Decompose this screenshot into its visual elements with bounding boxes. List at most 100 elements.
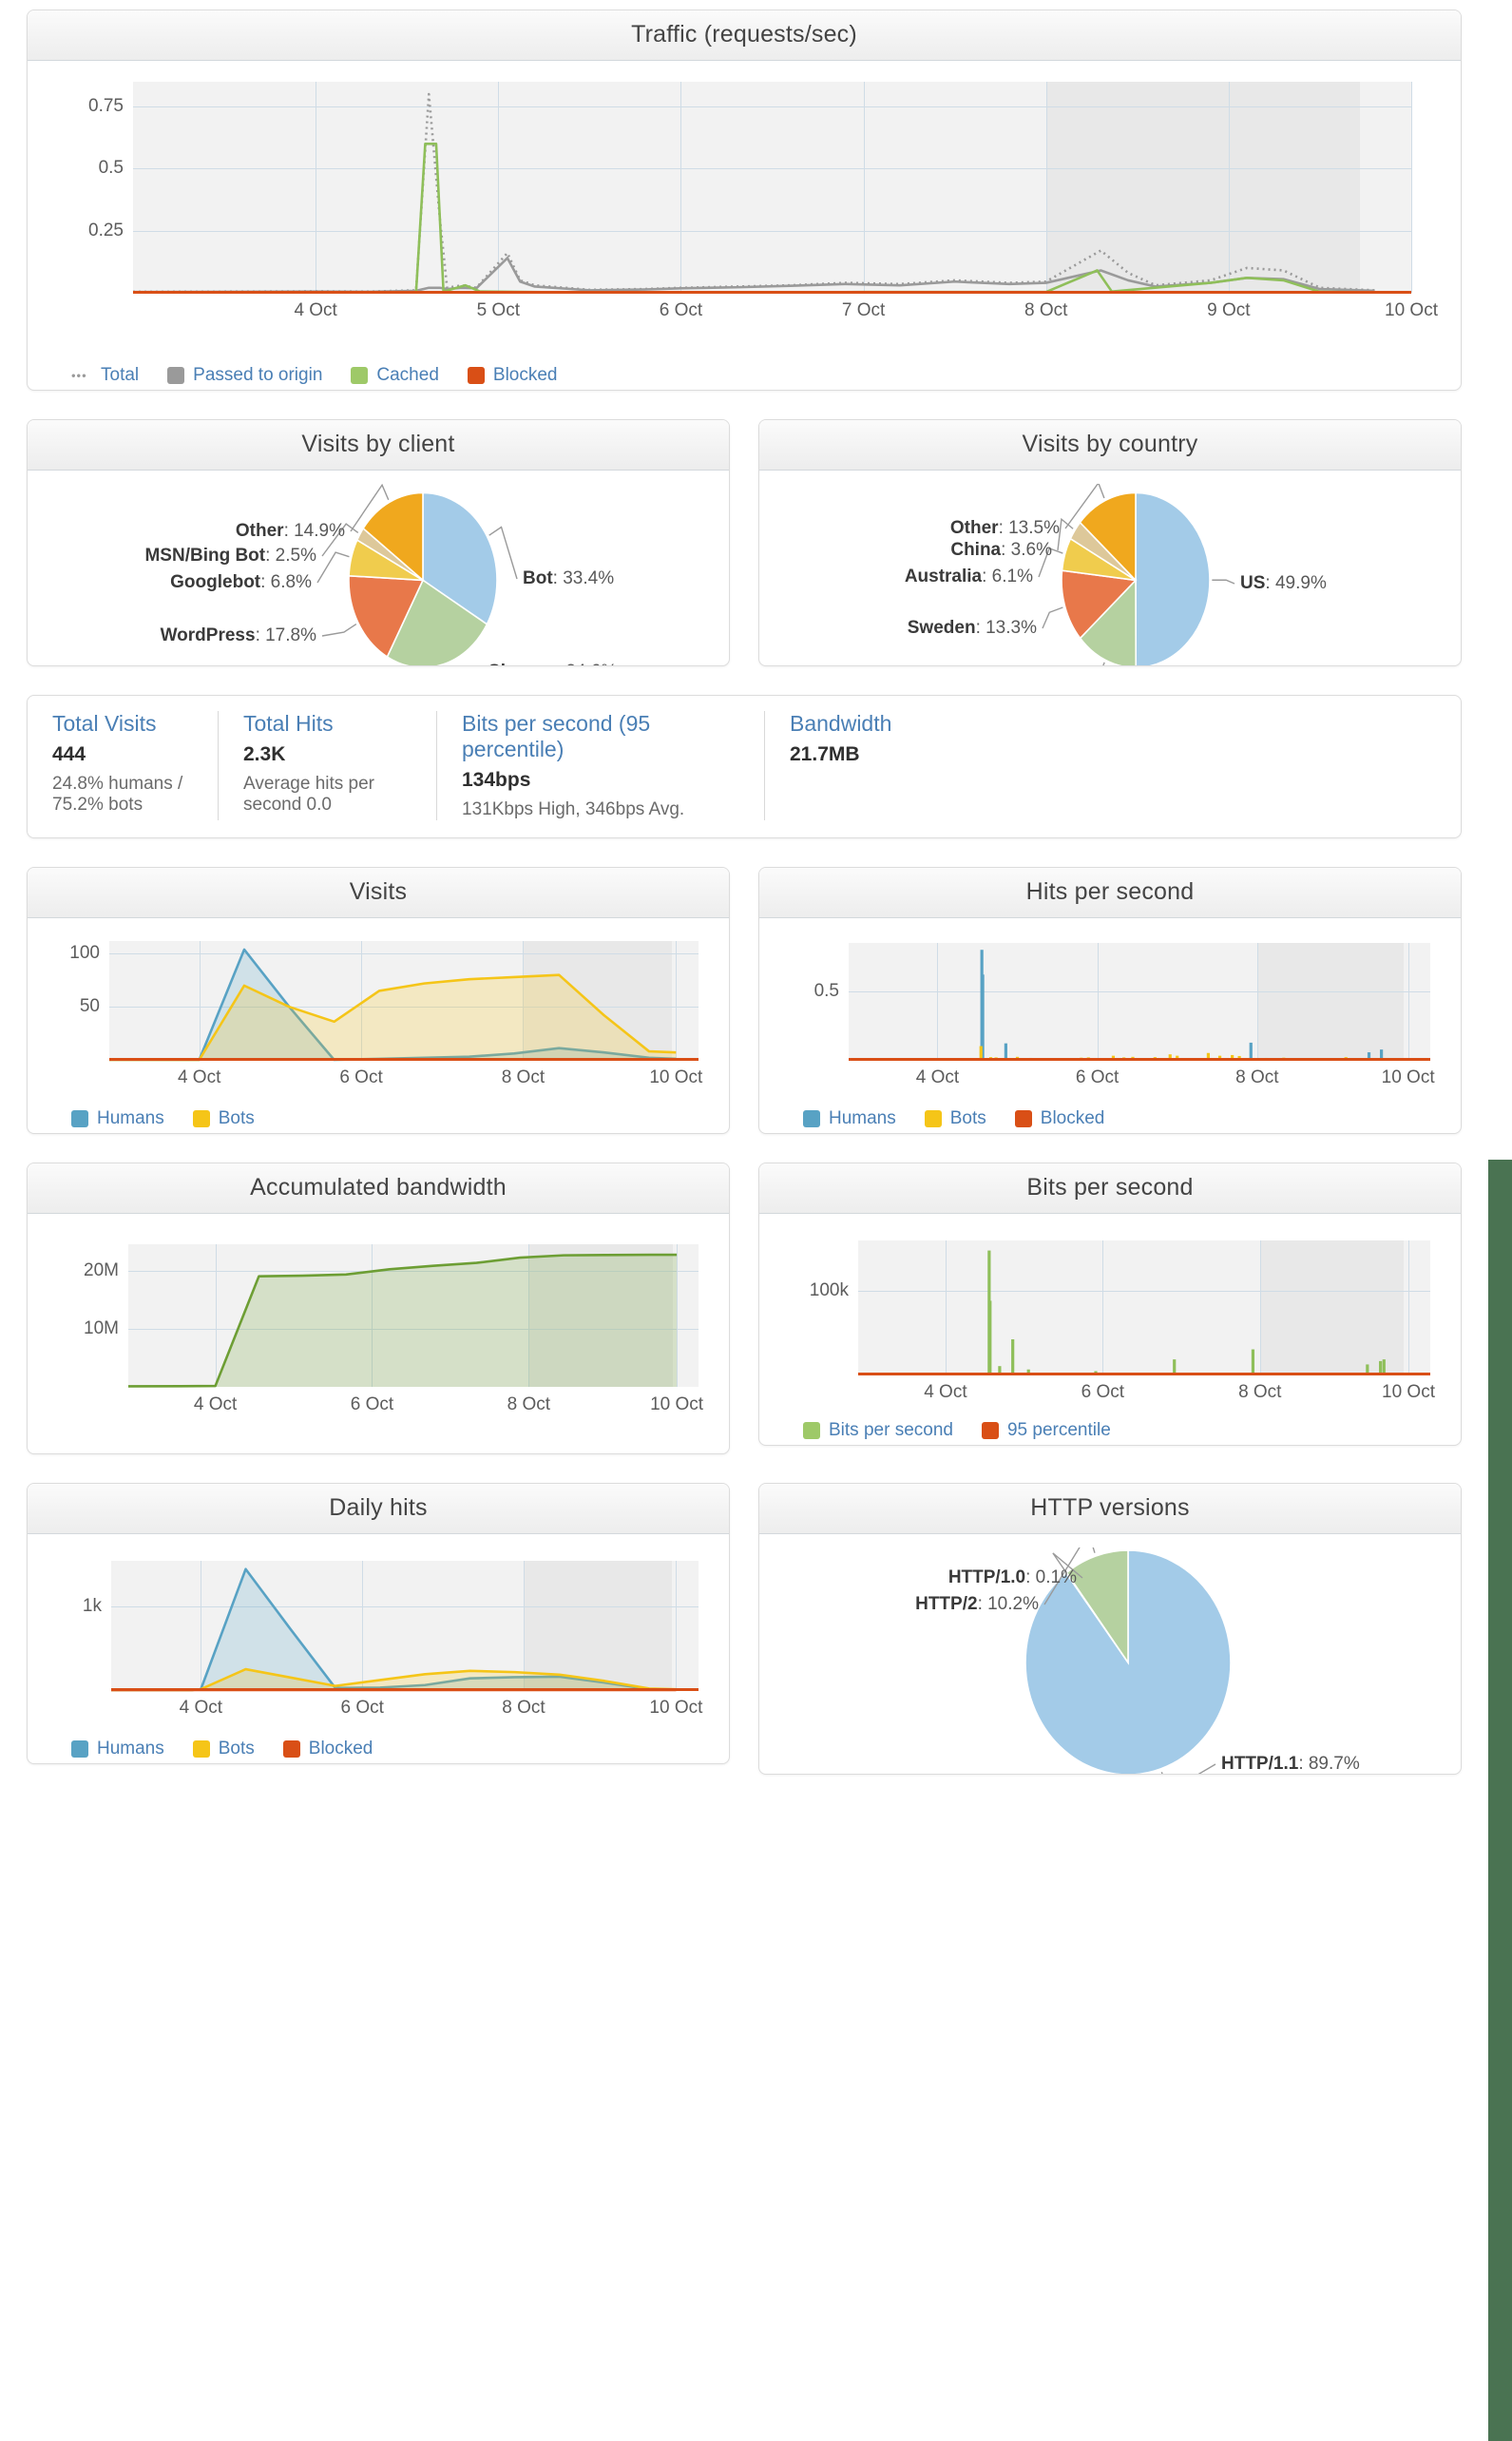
legend-label: Bots [949,1108,986,1128]
legend-label: Humans [97,1739,164,1759]
pie-leader-line [321,623,357,637]
summary-cell-title[interactable]: Bits per second (95 percentile) [462,711,743,762]
accumulated-bandwidth-chart: 10M 20M 4 Oct 6 Oct 8 Oct 10 Oct [43,1227,714,1427]
legend-item[interactable]: Humans [71,1739,164,1759]
summary-cell-subtext: 24.8% humans / 75.2% bots [52,774,183,815]
summary-cell: Total Hits 2.3K Average hits per second 0.… [218,711,436,820]
chart-series-layer [109,948,677,1062]
traffic-card-title: Traffic (requests/sec) [28,10,1461,61]
legend-item[interactable]: 95 percentile [981,1420,1111,1441]
http-versions-card: HTTP versions HTTP/1.1: 89.7% HTTP/1.0: 0… [758,1483,1462,1775]
baseline-blocked [849,1058,1430,1061]
legend-label: Total [101,365,140,385]
series-area [128,1255,678,1387]
legend-item[interactable]: Bots [192,1108,255,1129]
summary-cell: Bits per second (95 percentile) 134bps 131… [436,711,764,820]
legend-label: Bots [218,1739,255,1759]
baseline-blocked [111,1688,699,1691]
visits-by-country-pie: US: 49.9% Ukraine: 13.5% Sweden: 13.3% Aust… [775,484,1445,666]
pie-slice-label: US: 49.9% [1240,573,1327,593]
pie-slice-label: Other: 14.9% [235,521,345,541]
legend-swatch-icon [192,1110,210,1127]
legend-swatch-icon [924,1110,942,1127]
baseline-blocked [133,291,1411,294]
legend-label: Cached [376,365,439,385]
pie-leader-line [316,551,350,584]
legend-item[interactable]: Cached [351,365,439,386]
legend-label: Humans [97,1108,164,1128]
legend-item[interactable]: Total [71,365,139,386]
legend-item[interactable]: Bots [192,1739,255,1759]
legend-item[interactable]: Blocked [467,365,558,386]
visits-card: Visits 50 100 4 Oct 6 Oct 8 Oct 10 Oct Humans… [27,867,730,1134]
traffic-chart: 0.25 0.5 0.75 4 Oct 5 Oct 6 Oct 7 Oct 8 Oct 9 Oc… [43,74,1445,333]
legend-item[interactable]: Blocked [282,1739,373,1759]
http-versions-title: HTTP versions [759,1484,1461,1534]
legend-label: Blocked [492,365,558,385]
daily-hits-card: Daily hits 1k 4 Oct 6 Oct 8 Oct 10 Oct Human… [27,1483,730,1764]
hits-per-second-title: Hits per second [759,868,1461,918]
legend-item[interactable]: Bits per second [803,1420,953,1441]
chart-series-layer [962,950,1392,1060]
series-line [133,142,1375,295]
visits-by-country-title: Visits by country [759,420,1461,471]
legend-label: Passed to origin [193,365,323,385]
pie-slice[interactable] [1135,491,1211,666]
pie-slice-label: HTTP/1.0: 0.1% [947,1567,1077,1587]
legend-item[interactable]: Bots [924,1108,986,1129]
legend-swatch-icon [71,1740,88,1758]
visits-by-client-title: Visits by client [28,420,729,471]
visits-by-client-card: Visits by client Bot: 33.4% Chrome: 24.6%… [27,419,730,666]
pie-slice-label: WordPress: 17.8% [160,625,316,645]
legend-swatch-icon [282,1740,300,1758]
legend-item[interactable]: Humans [71,1108,164,1129]
legend-label: Bots [218,1108,255,1128]
series-area [111,1568,677,1690]
pie-slice-label: Googlebot: 6.8% [170,572,312,592]
pie-slice-label: HTTP/2: 10.2% [915,1594,1039,1614]
legend-item[interactable]: Passed to origin [167,365,322,386]
series-line [111,1567,677,1692]
summary-cell: Total Visits 444 24.8% humans / 75.2% bots [28,711,218,820]
legend-swatch-icon [192,1740,210,1758]
pie-slice-label: Australia: 6.1% [904,567,1033,586]
pie-leader-line [1102,662,1105,665]
pie-slice-label: Sweden: 13.3% [907,618,1037,638]
bits-per-second-legend: Bits per second 95 percentile [759,1411,1461,1445]
summary-cell-subtext: Average hits per second 0.0 [243,774,375,815]
legend-swatch-icon [803,1110,820,1127]
spike-bar [988,1300,992,1374]
legend-item[interactable]: Blocked [1014,1108,1104,1129]
legend-dotted-swatch-icon [71,367,92,384]
summary-cell-title[interactable]: Total Visits [52,711,197,737]
visits-chart: 50 100 4 Oct 6 Oct 8 Oct 10 Oct [43,932,714,1098]
visits-by-client-pie: Bot: 33.4% Chrome: 24.6% WordPress: 17.8% G… [43,484,714,665]
pie-slices-layer [1038,484,1235,666]
daily-hits-legend: Humans Bots Blocked [28,1729,729,1763]
summary-cell-value: 2.3K [243,743,286,765]
summary-cell-title[interactable]: Bandwidth [790,711,891,737]
legend-swatch-icon [467,367,485,384]
summary-cell: Bandwidth 21.7MB [764,711,912,820]
baseline-blocked [858,1373,1430,1375]
summary-cell-title[interactable]: Total Hits [243,711,415,737]
summary-cell-value: 444 [52,743,86,765]
traffic-legend: Total Passed to origin Cached Blocked [28,356,1461,390]
chart-series-layer [132,92,1375,295]
legend-item[interactable]: Humans [803,1108,896,1129]
visits-by-country-card: Visits by country US: 49.9% Ukraine: 13.5… [758,419,1462,666]
summary-cell-subtext: 131Kbps High, 346bps Avg. [462,799,685,819]
bits-per-second-card: Bits per second 100k 4 Oct 6 Oct 8 Oct 10 Oc… [758,1163,1462,1446]
hits-per-second-legend: Humans Bots Blocked [759,1099,1461,1133]
daily-hits-title: Daily hits [28,1484,729,1534]
legend-label: 95 percentile [1006,1420,1111,1440]
legend-label: Humans [829,1108,896,1128]
dashboard-page: Traffic (requests/sec) 0.25 0.5 0.75 4 Oct 5… [0,0,1512,2441]
accumulated-bandwidth-legend [28,1432,729,1453]
daily-hits-chart: 1k 4 Oct 6 Oct 8 Oct 10 Oct [43,1547,714,1728]
legend-swatch-icon [71,1110,88,1127]
legend-swatch-icon [167,367,185,384]
legend-swatch-icon [803,1422,820,1439]
pie-slice-label: Chrome: 24.6% [488,662,617,665]
side-accent-strip [1488,1160,1512,2441]
